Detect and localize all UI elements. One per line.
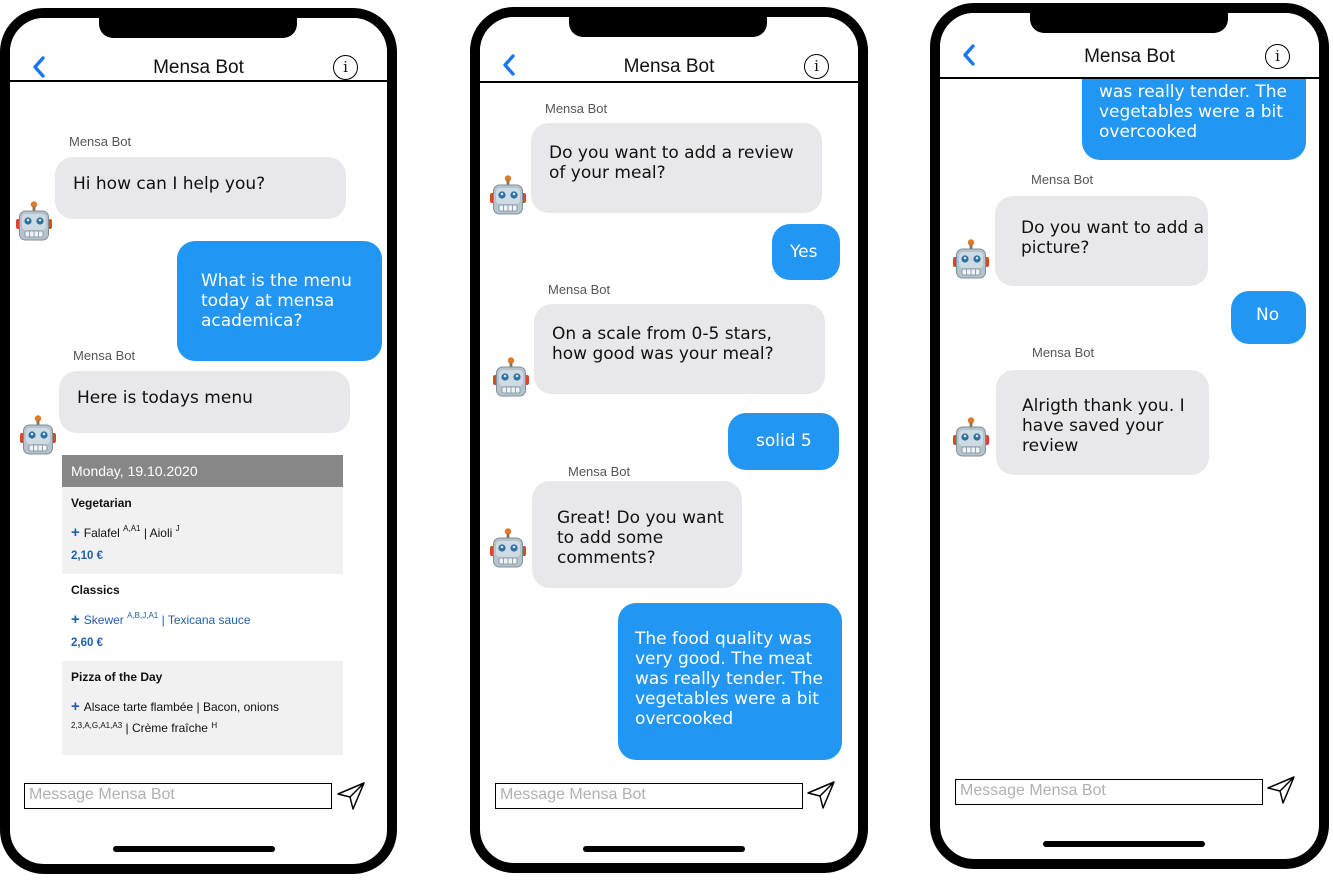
robot-avatar-icon xyxy=(15,200,53,242)
bot-message: Do you want to add a picture? xyxy=(995,196,1208,286)
home-indicator xyxy=(583,846,745,852)
menu-section: Vegetarian + Falafel A,A1 | Aioli J 2,10 … xyxy=(62,487,343,574)
user-message: Yes xyxy=(772,224,840,280)
bot-message: Hi how can I help you? xyxy=(55,157,346,219)
menu-dish[interactable]: + Skewer A,B,J,A1 | Texicana sauce xyxy=(71,611,334,628)
menu-section-name: Classics xyxy=(71,583,120,597)
bot-message: On a scale from 0-5 stars, how good was … xyxy=(534,304,825,394)
message-input[interactable]: Message Mensa Bot xyxy=(955,779,1263,805)
robot-avatar-icon xyxy=(952,416,990,458)
info-icon[interactable]: i xyxy=(804,54,829,79)
bot-message: Here is todays menu xyxy=(59,371,350,433)
menu-dish: + Alsace tarte flambée | Bacon, onions xyxy=(71,698,279,715)
send-icon[interactable] xyxy=(336,781,366,811)
robot-avatar-icon xyxy=(19,414,57,456)
bot-message: Do you want to add a review of your meal… xyxy=(531,123,822,213)
home-indicator xyxy=(1043,841,1205,847)
message-input[interactable]: Message Mensa Bot xyxy=(495,783,803,809)
chat-title: Mensa Bot xyxy=(1084,46,1175,67)
menu-price: 2,60 € xyxy=(71,637,103,649)
sender-label: Mensa Bot xyxy=(568,464,631,479)
menu-section-name: Pizza of the Day xyxy=(71,670,163,684)
menu-card[interactable]: Monday, 19.10.2020 Vegetarian + Falafel A… xyxy=(62,455,343,755)
menu-section-name: Vegetarian xyxy=(71,496,132,510)
phone-screen-1: Mensa Bot i Mensa Bot Hi how can I help … xyxy=(0,8,397,874)
robot-avatar-icon xyxy=(489,174,527,216)
menu-date: Monday, 19.10.2020 xyxy=(62,455,343,487)
bot-message: Alrigth thank you. I have saved your rev… xyxy=(996,370,1209,475)
user-message: The food quality was very good. The meat… xyxy=(618,603,842,760)
robot-avatar-icon xyxy=(489,527,527,569)
bot-message: Great! Do you want to add some comments? xyxy=(532,481,742,588)
robot-avatar-icon xyxy=(492,356,530,398)
sender-label: Mensa Bot xyxy=(73,348,136,363)
plus-icon[interactable]: + xyxy=(71,611,80,628)
sender-label: Mensa Bot xyxy=(545,101,608,116)
send-icon[interactable] xyxy=(1266,775,1296,805)
menu-section: Pizza of the Day + Alsace tarte flambée |… xyxy=(62,661,343,755)
menu-price: 2,10 € xyxy=(71,550,103,562)
phone-screen-2: Mensa Bot i Mensa Bot Do you want to add… xyxy=(470,7,868,873)
menu-dish-line: 2,3,A,G,A1,A3 | Crème fraîche H xyxy=(71,721,218,735)
sender-label: Mensa Bot xyxy=(548,282,611,297)
plus-icon[interactable]: + xyxy=(71,524,80,541)
phone-notch xyxy=(99,18,297,38)
chat-title: Mensa Bot xyxy=(153,57,244,78)
message-input[interactable]: Message Mensa Bot xyxy=(24,783,332,809)
phone-notch xyxy=(1030,13,1228,33)
user-message: solid 5 xyxy=(728,413,839,470)
menu-dish: + Falafel A,A1 | Aioli J xyxy=(71,524,180,541)
sender-label: Mensa Bot xyxy=(1032,345,1095,360)
send-icon[interactable] xyxy=(806,780,836,810)
info-icon[interactable]: i xyxy=(1265,44,1290,69)
info-icon[interactable]: i xyxy=(333,55,358,80)
sender-label: Mensa Bot xyxy=(69,134,132,149)
phone-notch xyxy=(569,17,767,37)
user-message: What is the menu today at mensa academic… xyxy=(177,241,382,361)
menu-section: Classics + Skewer A,B,J,A1 | Texicana sau… xyxy=(62,574,343,661)
chat-title: Mensa Bot xyxy=(623,56,715,77)
plus-icon[interactable]: + xyxy=(71,698,80,715)
robot-avatar-icon xyxy=(952,238,990,280)
user-message: No xyxy=(1231,291,1306,344)
sender-label: Mensa Bot xyxy=(1031,172,1094,187)
home-indicator xyxy=(113,846,275,852)
phone-screen-3: was really tender. The vegetables were a… xyxy=(930,3,1329,869)
